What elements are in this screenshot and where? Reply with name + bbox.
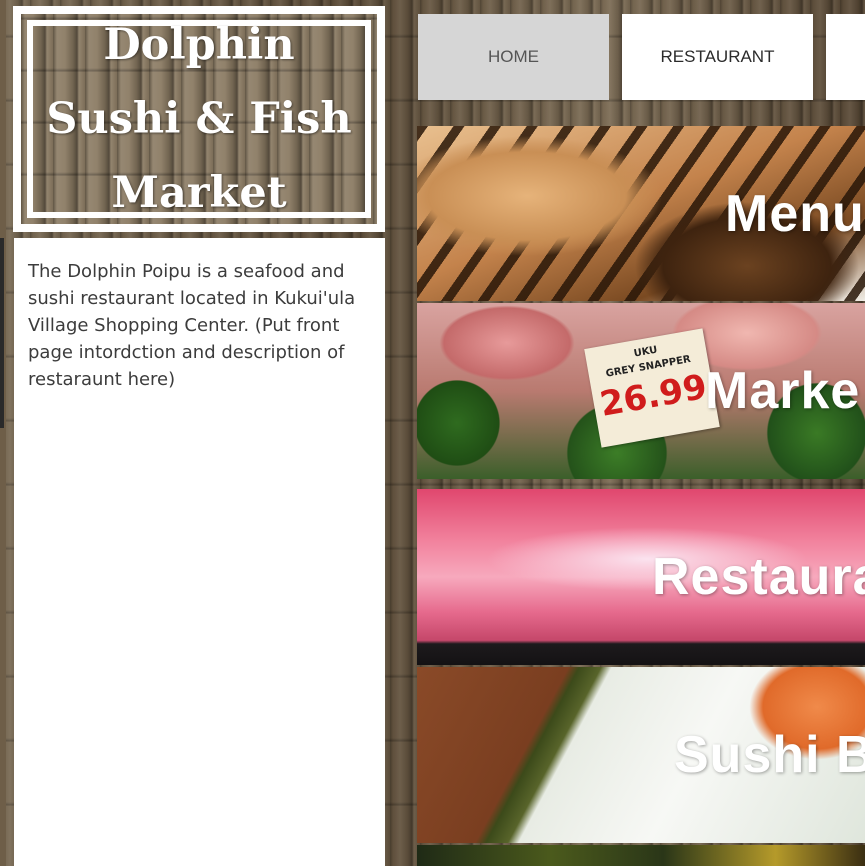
intro-panel: The Dolphin Poipu is a seafood and sushi…: [14, 238, 385, 866]
price-tag: UKU GREY SNAPPER 26.99: [584, 328, 720, 448]
left-edge-bar: [0, 238, 4, 428]
intro-text: The Dolphin Poipu is a seafood and sushi…: [28, 261, 356, 390]
tile-sushi-bar-label: Sushi B: [674, 726, 865, 784]
tile-market[interactable]: UKU GREY SNAPPER 26.99 Marke: [417, 303, 865, 479]
tile-menu[interactable]: Menu: [417, 126, 865, 301]
page-edge: [0, 0, 6, 866]
tile-restaurant[interactable]: Restaura: [417, 489, 865, 665]
site-title: Dolphin Sushi & Fish Market: [46, 20, 352, 218]
tile-restaurant-label: Restaura: [652, 548, 865, 606]
site-title-box[interactable]: Dolphin Sushi & Fish Market: [13, 6, 385, 232]
main-nav: HOME RESTAURANT: [418, 14, 865, 100]
tile-menu-label: Menu: [725, 184, 865, 243]
nav-more[interactable]: [826, 14, 865, 100]
tile-next[interactable]: [417, 845, 865, 866]
nav-restaurant[interactable]: RESTAURANT: [622, 14, 813, 100]
tile-market-label: Marke: [705, 362, 861, 420]
tile-sushi-bar[interactable]: Sushi B: [417, 667, 865, 843]
nav-home[interactable]: HOME: [418, 14, 609, 100]
site-title-frame: Dolphin Sushi & Fish Market: [27, 20, 371, 218]
